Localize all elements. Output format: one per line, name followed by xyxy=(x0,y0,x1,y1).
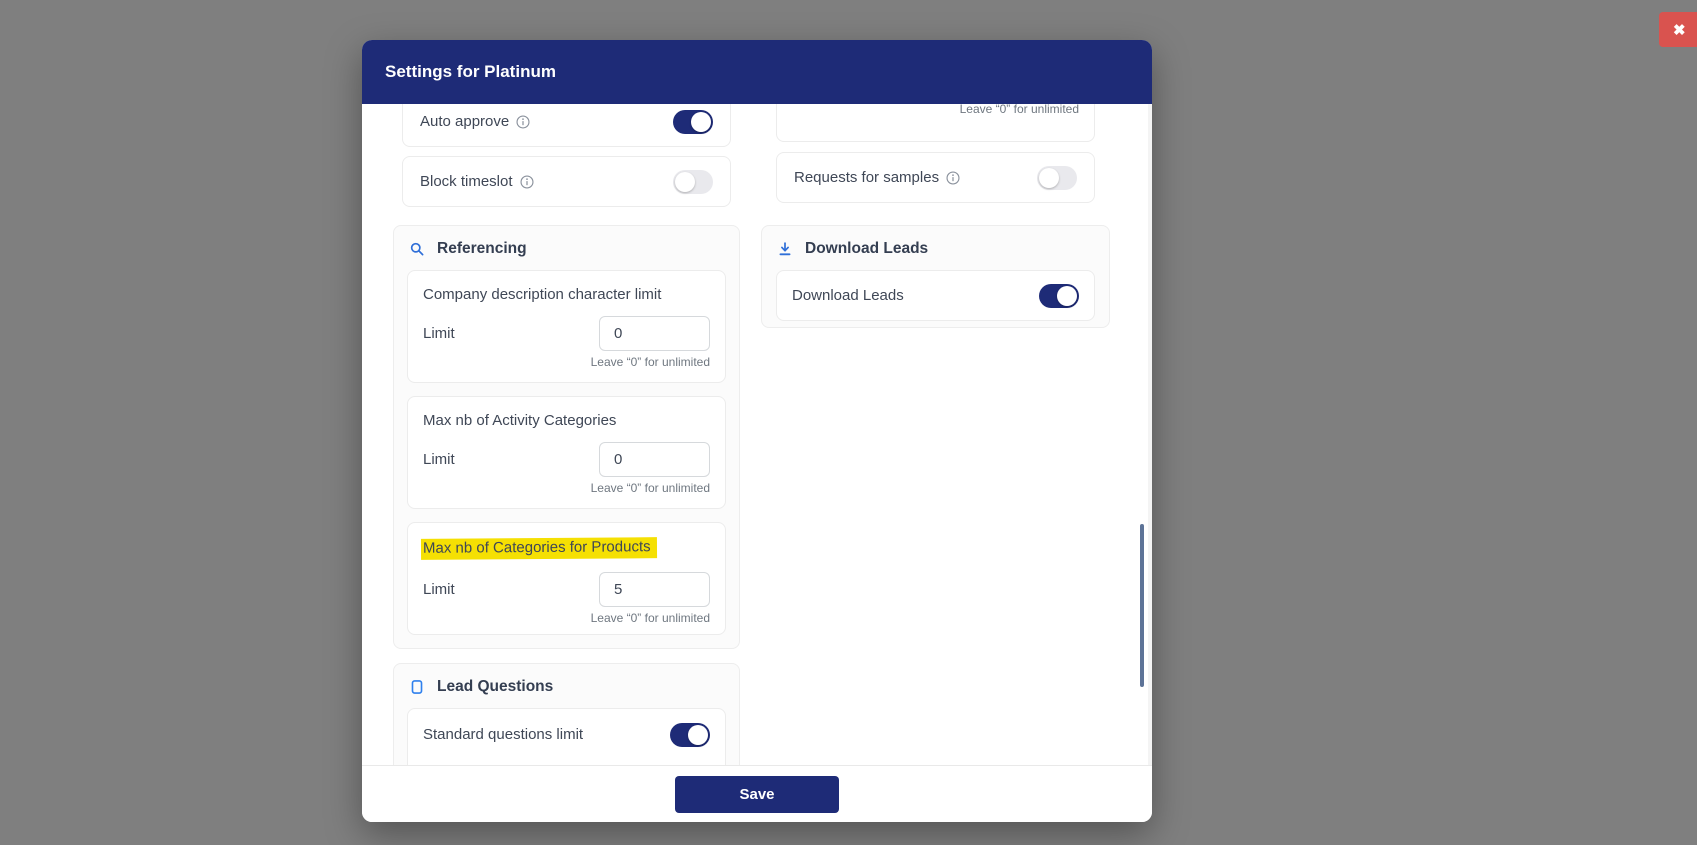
company-description-limit-card: Company description character limit Limi… xyxy=(407,270,726,383)
download-leads-label: Download Leads xyxy=(792,287,904,304)
mobile-icon xyxy=(411,680,423,694)
close-button[interactable]: ✖ xyxy=(1659,12,1697,47)
modal-footer: Save xyxy=(362,765,1152,822)
lead-questions-header: Lead Questions xyxy=(394,664,739,708)
clipped-limit-card: Leave “0” for unlimited xyxy=(776,104,1095,142)
limit-card-title: Company description character limit xyxy=(423,286,662,303)
modal-body: Auto approve Block timeslot Referencing xyxy=(362,104,1152,765)
requests-for-samples-label: Requests for samples xyxy=(794,169,960,186)
limit-field-label: Limit xyxy=(423,325,455,342)
info-icon[interactable] xyxy=(516,114,530,129)
search-icon xyxy=(410,242,424,256)
block-timeslot-card: Block timeslot xyxy=(402,156,731,207)
limit-helper-text: Leave “0” for unlimited xyxy=(590,481,710,495)
toggle-knob xyxy=(691,111,711,132)
modal-title: Settings for Platinum xyxy=(385,62,556,81)
limit-input[interactable] xyxy=(599,316,710,351)
product-categories-limit-card: Max nb of Categories for Products Limit … xyxy=(407,522,726,635)
requests-for-samples-card: Requests for samples xyxy=(776,152,1095,203)
referencing-title: Referencing xyxy=(437,240,527,257)
modal-header: Settings for Platinum xyxy=(362,40,1152,104)
auto-approve-toggle[interactable] xyxy=(673,109,713,134)
download-leads-section: Download Leads Download Leads xyxy=(761,225,1110,328)
download-leads-toggle[interactable] xyxy=(1039,283,1079,308)
limit-input[interactable] xyxy=(599,572,710,607)
limit-card-title: Max nb of Categories for Products xyxy=(420,537,710,560)
settings-modal: Settings for Platinum Auto approve Block… xyxy=(362,40,1152,822)
block-timeslot-label: Block timeslot xyxy=(420,173,534,190)
download-leads-title: Download Leads xyxy=(805,240,929,257)
download-icon xyxy=(779,242,791,256)
toggle-knob xyxy=(1039,167,1059,188)
scrollbar-track[interactable] xyxy=(1148,104,1152,765)
standard-questions-card: Standard questions limit xyxy=(407,708,726,765)
activity-categories-limit-card: Max nb of Activity Categories Limit Leav… xyxy=(407,396,726,509)
toggle-knob xyxy=(688,724,708,745)
limit-helper-text: Leave “0” for unlimited xyxy=(590,611,710,625)
limit-input[interactable] xyxy=(599,442,710,477)
download-leads-card: Download Leads xyxy=(776,270,1095,321)
download-leads-header: Download Leads xyxy=(762,226,1109,270)
requests-for-samples-toggle[interactable] xyxy=(1037,165,1077,190)
standard-questions-toggle[interactable] xyxy=(670,722,710,747)
auto-approve-card: Auto approve xyxy=(402,104,731,147)
standard-questions-label: Standard questions limit xyxy=(423,726,584,743)
limit-field-label: Limit xyxy=(423,581,455,598)
scrollbar-thumb[interactable] xyxy=(1140,524,1144,687)
toggle-knob xyxy=(1057,285,1077,306)
info-icon[interactable] xyxy=(946,170,960,185)
close-icon: ✖ xyxy=(1673,21,1686,39)
lead-questions-title: Lead Questions xyxy=(437,678,554,695)
referencing-section: Referencing Company description characte… xyxy=(393,225,740,649)
lead-questions-section: Lead Questions Standard questions limit xyxy=(393,663,740,765)
limit-field-label: Limit xyxy=(423,451,455,468)
limit-helper-text: Leave “0” for unlimited xyxy=(590,355,710,369)
auto-approve-label: Auto approve xyxy=(420,113,530,130)
save-button[interactable]: Save xyxy=(675,775,839,813)
info-icon[interactable] xyxy=(520,174,534,189)
referencing-header: Referencing xyxy=(394,226,739,270)
limit-helper-text: Leave “0” for unlimited xyxy=(959,104,1079,116)
block-timeslot-toggle[interactable] xyxy=(673,169,713,194)
limit-card-title: Max nb of Activity Categories xyxy=(423,412,617,429)
toggle-knob xyxy=(675,171,695,192)
